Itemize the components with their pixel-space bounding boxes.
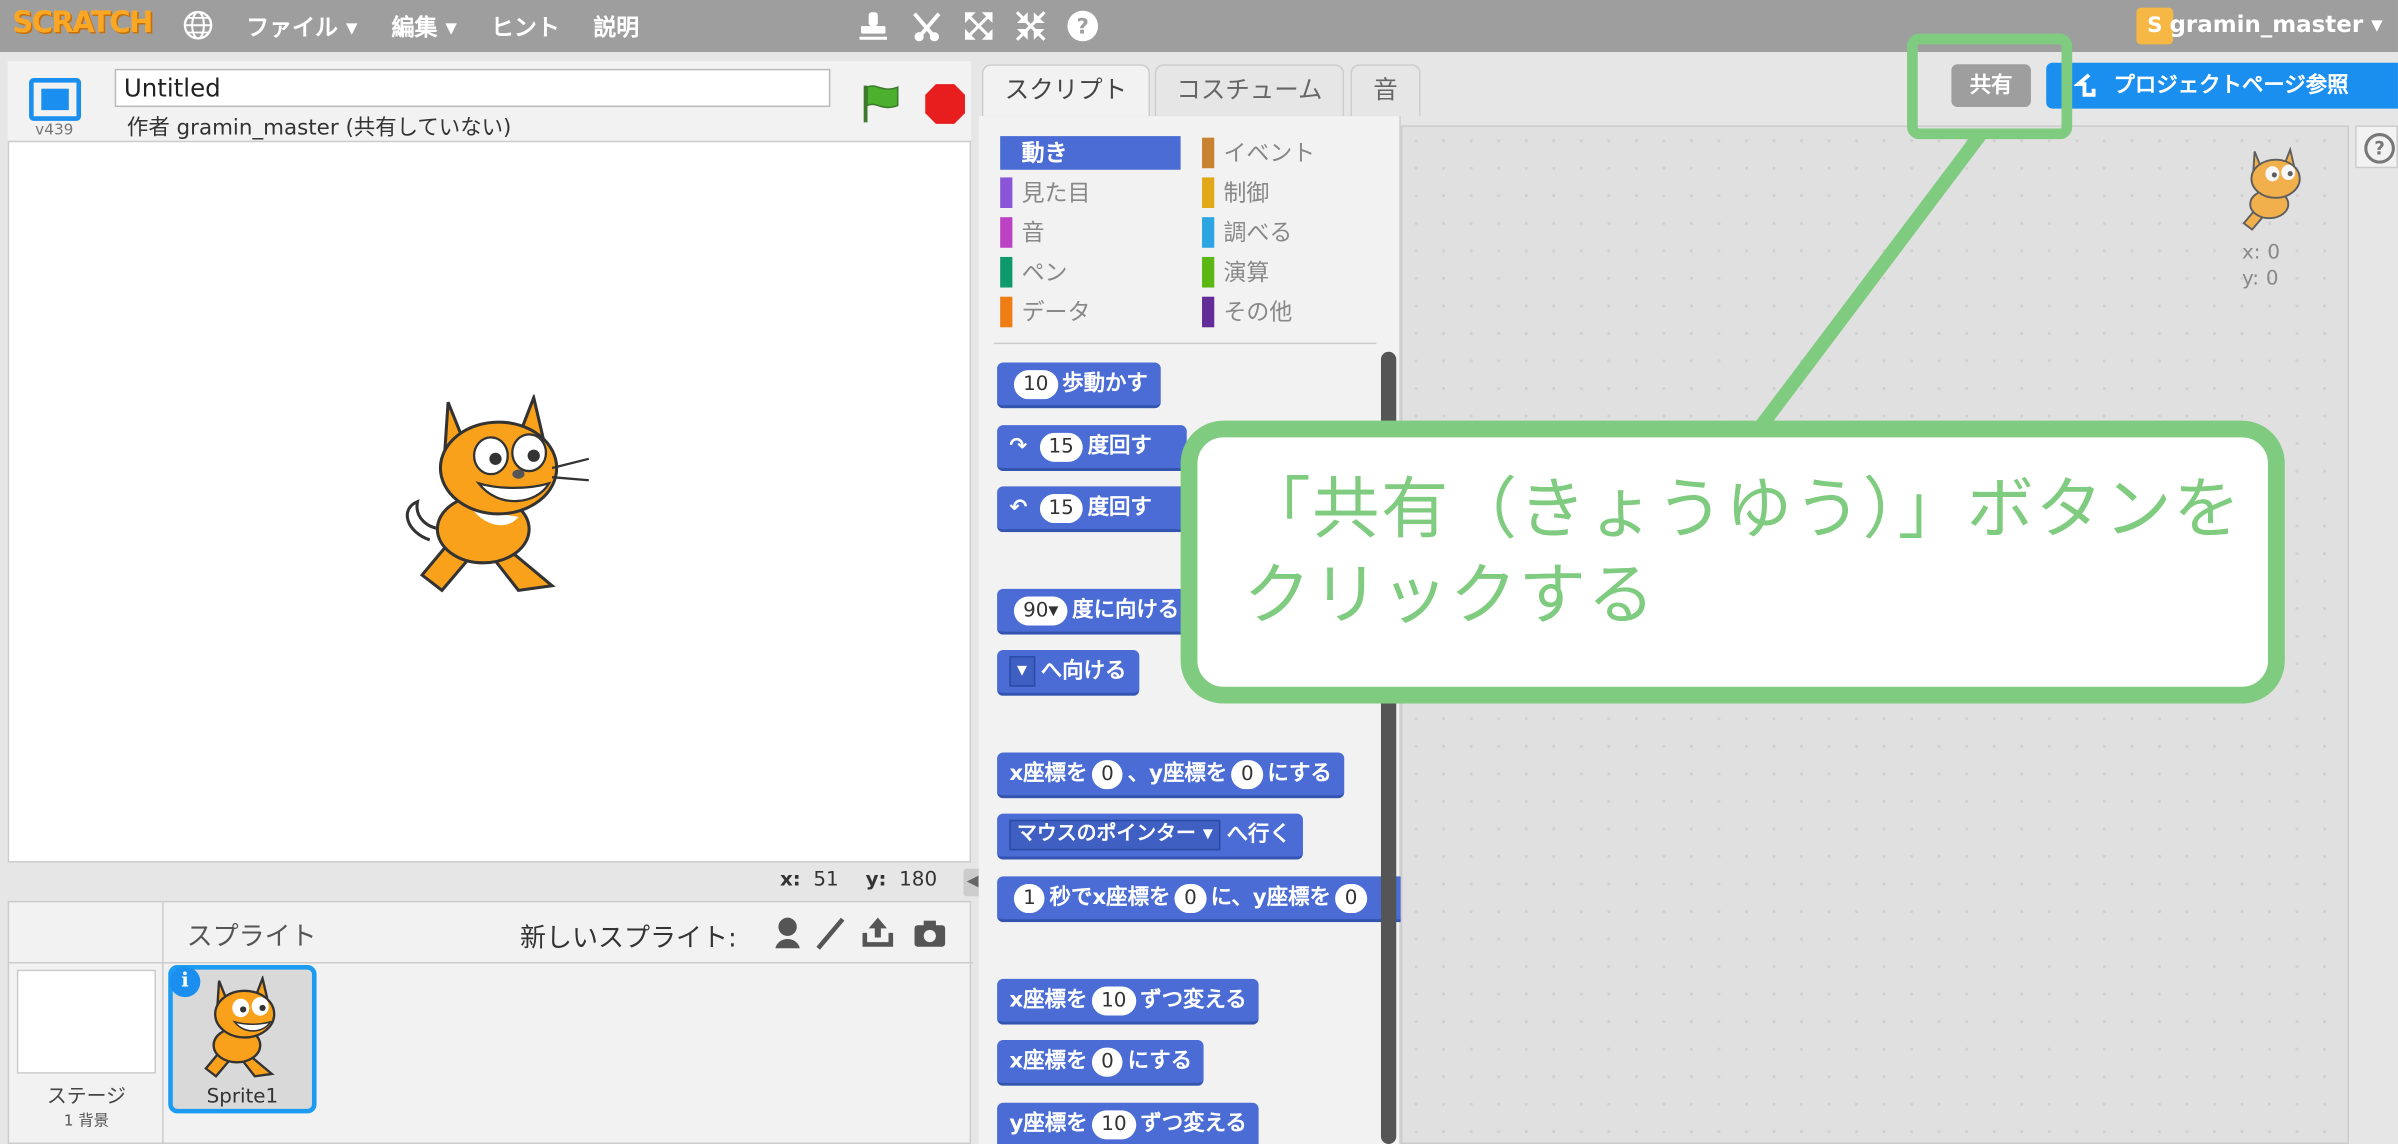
help-icon[interactable]: ? [1064, 8, 1101, 45]
author-label: 作者 gramin_master (共有していない) [126, 116, 512, 141]
category-data[interactable]: データ [1000, 295, 1180, 329]
file-menu[interactable]: ファイル ▾ [246, 11, 357, 43]
goto-block[interactable]: マウスのポインター ▾ へ行く [997, 813, 1304, 860]
sprite-y-readout: y: 0 [2241, 267, 2279, 291]
goto-y-input[interactable]: 0 [1231, 759, 1263, 789]
stage-x-coord: x: 51 [779, 868, 839, 892]
see-project-page-button[interactable]: プロジェクトページ参照 [2046, 62, 2398, 109]
glide-x-input[interactable]: 0 [1174, 883, 1206, 913]
glide-y-input[interactable]: 0 [1335, 883, 1367, 913]
grow-icon[interactable] [960, 8, 997, 45]
change-x-block[interactable]: x座標を 10 ずつ変える [997, 978, 1259, 1025]
stage-header: v439 作者 gramin_master (共有していない) [7, 61, 972, 141]
cat-sprite-icon[interactable] [399, 394, 598, 601]
category-sensing[interactable]: 調べる [1202, 216, 1382, 250]
change-y-block[interactable]: y座標を 10 ずつ変える [997, 1102, 1260, 1144]
category-pen[interactable]: ペン [1000, 255, 1180, 289]
username-menu[interactable]: gramin_master ▾ [2169, 11, 2382, 39]
move-steps-input[interactable]: 10 [1013, 369, 1058, 399]
user-avatar[interactable]: S [2136, 7, 2174, 45]
see-project-page-label: プロジェクトページ参照 [2113, 73, 2349, 98]
point-towards-block[interactable]: ▾ へ向ける [997, 649, 1139, 696]
glide-seconds-input[interactable]: 1 [1013, 883, 1045, 913]
instruction-callout: 「共有（きょうゆう）」ボタンを クリックする [1180, 420, 2285, 704]
fullscreen-icon[interactable] [29, 77, 82, 121]
instruction-text: 「共有（きょうゆう）」ボタンを クリックする [1243, 471, 2242, 635]
stage-y-coord: y: 180 [865, 868, 938, 892]
tab-scripts[interactable]: スクリプト [981, 64, 1151, 117]
about-menu[interactable]: 説明 [593, 11, 639, 43]
sprite-name-label: Sprite1 [206, 1085, 279, 1109]
set-x-input[interactable]: 0 [1091, 1046, 1123, 1076]
move-steps-block[interactable]: 10 歩動かす [997, 362, 1161, 409]
rotate-left-icon: ↶ [1009, 495, 1028, 520]
new-sprite-label: 新しいスプライト: [519, 923, 737, 955]
tips-menu[interactable]: ヒント [491, 11, 560, 43]
turn-right-input[interactable]: 15 [1039, 432, 1083, 462]
project-title-input[interactable] [114, 68, 831, 108]
green-flag-icon[interactable] [858, 80, 904, 126]
goto-dropdown[interactable]: マウスのポインター ▾ [1009, 819, 1221, 851]
stage-thumbnail-label: ステージ [46, 1085, 126, 1109]
upload-icon[interactable] [859, 915, 896, 952]
turn-right-block[interactable]: ↷ 15 度回す [997, 425, 1187, 472]
sprite-panel: スプライト 新しいスプライト: ステージ 1 背景 i Sprite1 [7, 900, 973, 1144]
camera-icon[interactable] [911, 915, 948, 952]
shrink-icon[interactable] [1012, 8, 1049, 45]
towards-dropdown[interactable]: ▾ [1009, 656, 1035, 687]
sprite-tile[interactable]: i Sprite1 [168, 965, 317, 1114]
glide-block[interactable]: 1 秒でx座標を 0 に、y座標を 0 [997, 876, 1401, 923]
goto-x-input[interactable]: 0 [1091, 759, 1123, 789]
version-label: v439 [35, 122, 74, 140]
share-highlight-box [1907, 33, 2073, 140]
sprite-panel-divider [162, 902, 164, 1144]
stage[interactable] [7, 140, 972, 863]
category-sound[interactable]: 音 [1000, 216, 1180, 250]
stage-thumbnail[interactable] [16, 969, 156, 1074]
direction-input[interactable]: 90▾ [1013, 595, 1068, 625]
category-operators[interactable]: 演算 [1202, 255, 1382, 289]
stop-icon[interactable] [924, 83, 967, 126]
tab-costumes[interactable]: コスチューム [1154, 64, 1345, 117]
scratch-logo[interactable]: SCRATCH [12, 6, 153, 40]
tab-sounds[interactable]: 音 [1350, 64, 1421, 117]
sprite-x-readout: x: 0 [2241, 241, 2281, 265]
sprite-panel-title: スプライト [186, 922, 317, 953]
scissors-icon[interactable] [908, 8, 945, 45]
cat-thumbnail-icon [204, 975, 276, 1078]
block-help-button[interactable]: ? [2355, 125, 2398, 169]
category-motion[interactable]: 動き [1000, 136, 1181, 170]
stamp-icon[interactable] [855, 8, 892, 45]
backdrop-count: 1 背景 [63, 1113, 109, 1131]
change-y-input[interactable]: 10 [1092, 1109, 1136, 1139]
edit-menu[interactable]: 編集 ▾ [392, 11, 457, 43]
palette-divider [994, 342, 1377, 345]
goto-xy-block[interactable]: x座標を 0 、y座標を 0 にする [997, 752, 1345, 799]
globe-icon[interactable] [182, 9, 214, 41]
category-events[interactable]: イベント [1202, 136, 1382, 170]
turn-left-input[interactable]: 15 [1039, 493, 1083, 523]
sprite-library-icon[interactable] [769, 915, 806, 952]
category-more[interactable]: その他 [1202, 295, 1382, 329]
project-page-icon [2073, 73, 2096, 97]
svg-text:?: ? [1077, 15, 1089, 40]
turn-left-block[interactable]: ↶ 15 度回す [997, 486, 1187, 533]
set-x-block[interactable]: x座標を 0 にする [997, 1039, 1205, 1086]
category-control[interactable]: 制御 [1202, 176, 1382, 210]
category-looks[interactable]: 見た目 [1000, 176, 1180, 210]
question-icon: ? [2364, 133, 2395, 164]
current-sprite-icon [2242, 146, 2301, 231]
point-direction-block[interactable]: 90▾ 度に向ける [997, 588, 1187, 635]
paint-brush-icon[interactable] [812, 915, 849, 952]
change-x-input[interactable]: 10 [1091, 985, 1136, 1015]
rotate-right-icon: ↷ [1009, 434, 1028, 459]
